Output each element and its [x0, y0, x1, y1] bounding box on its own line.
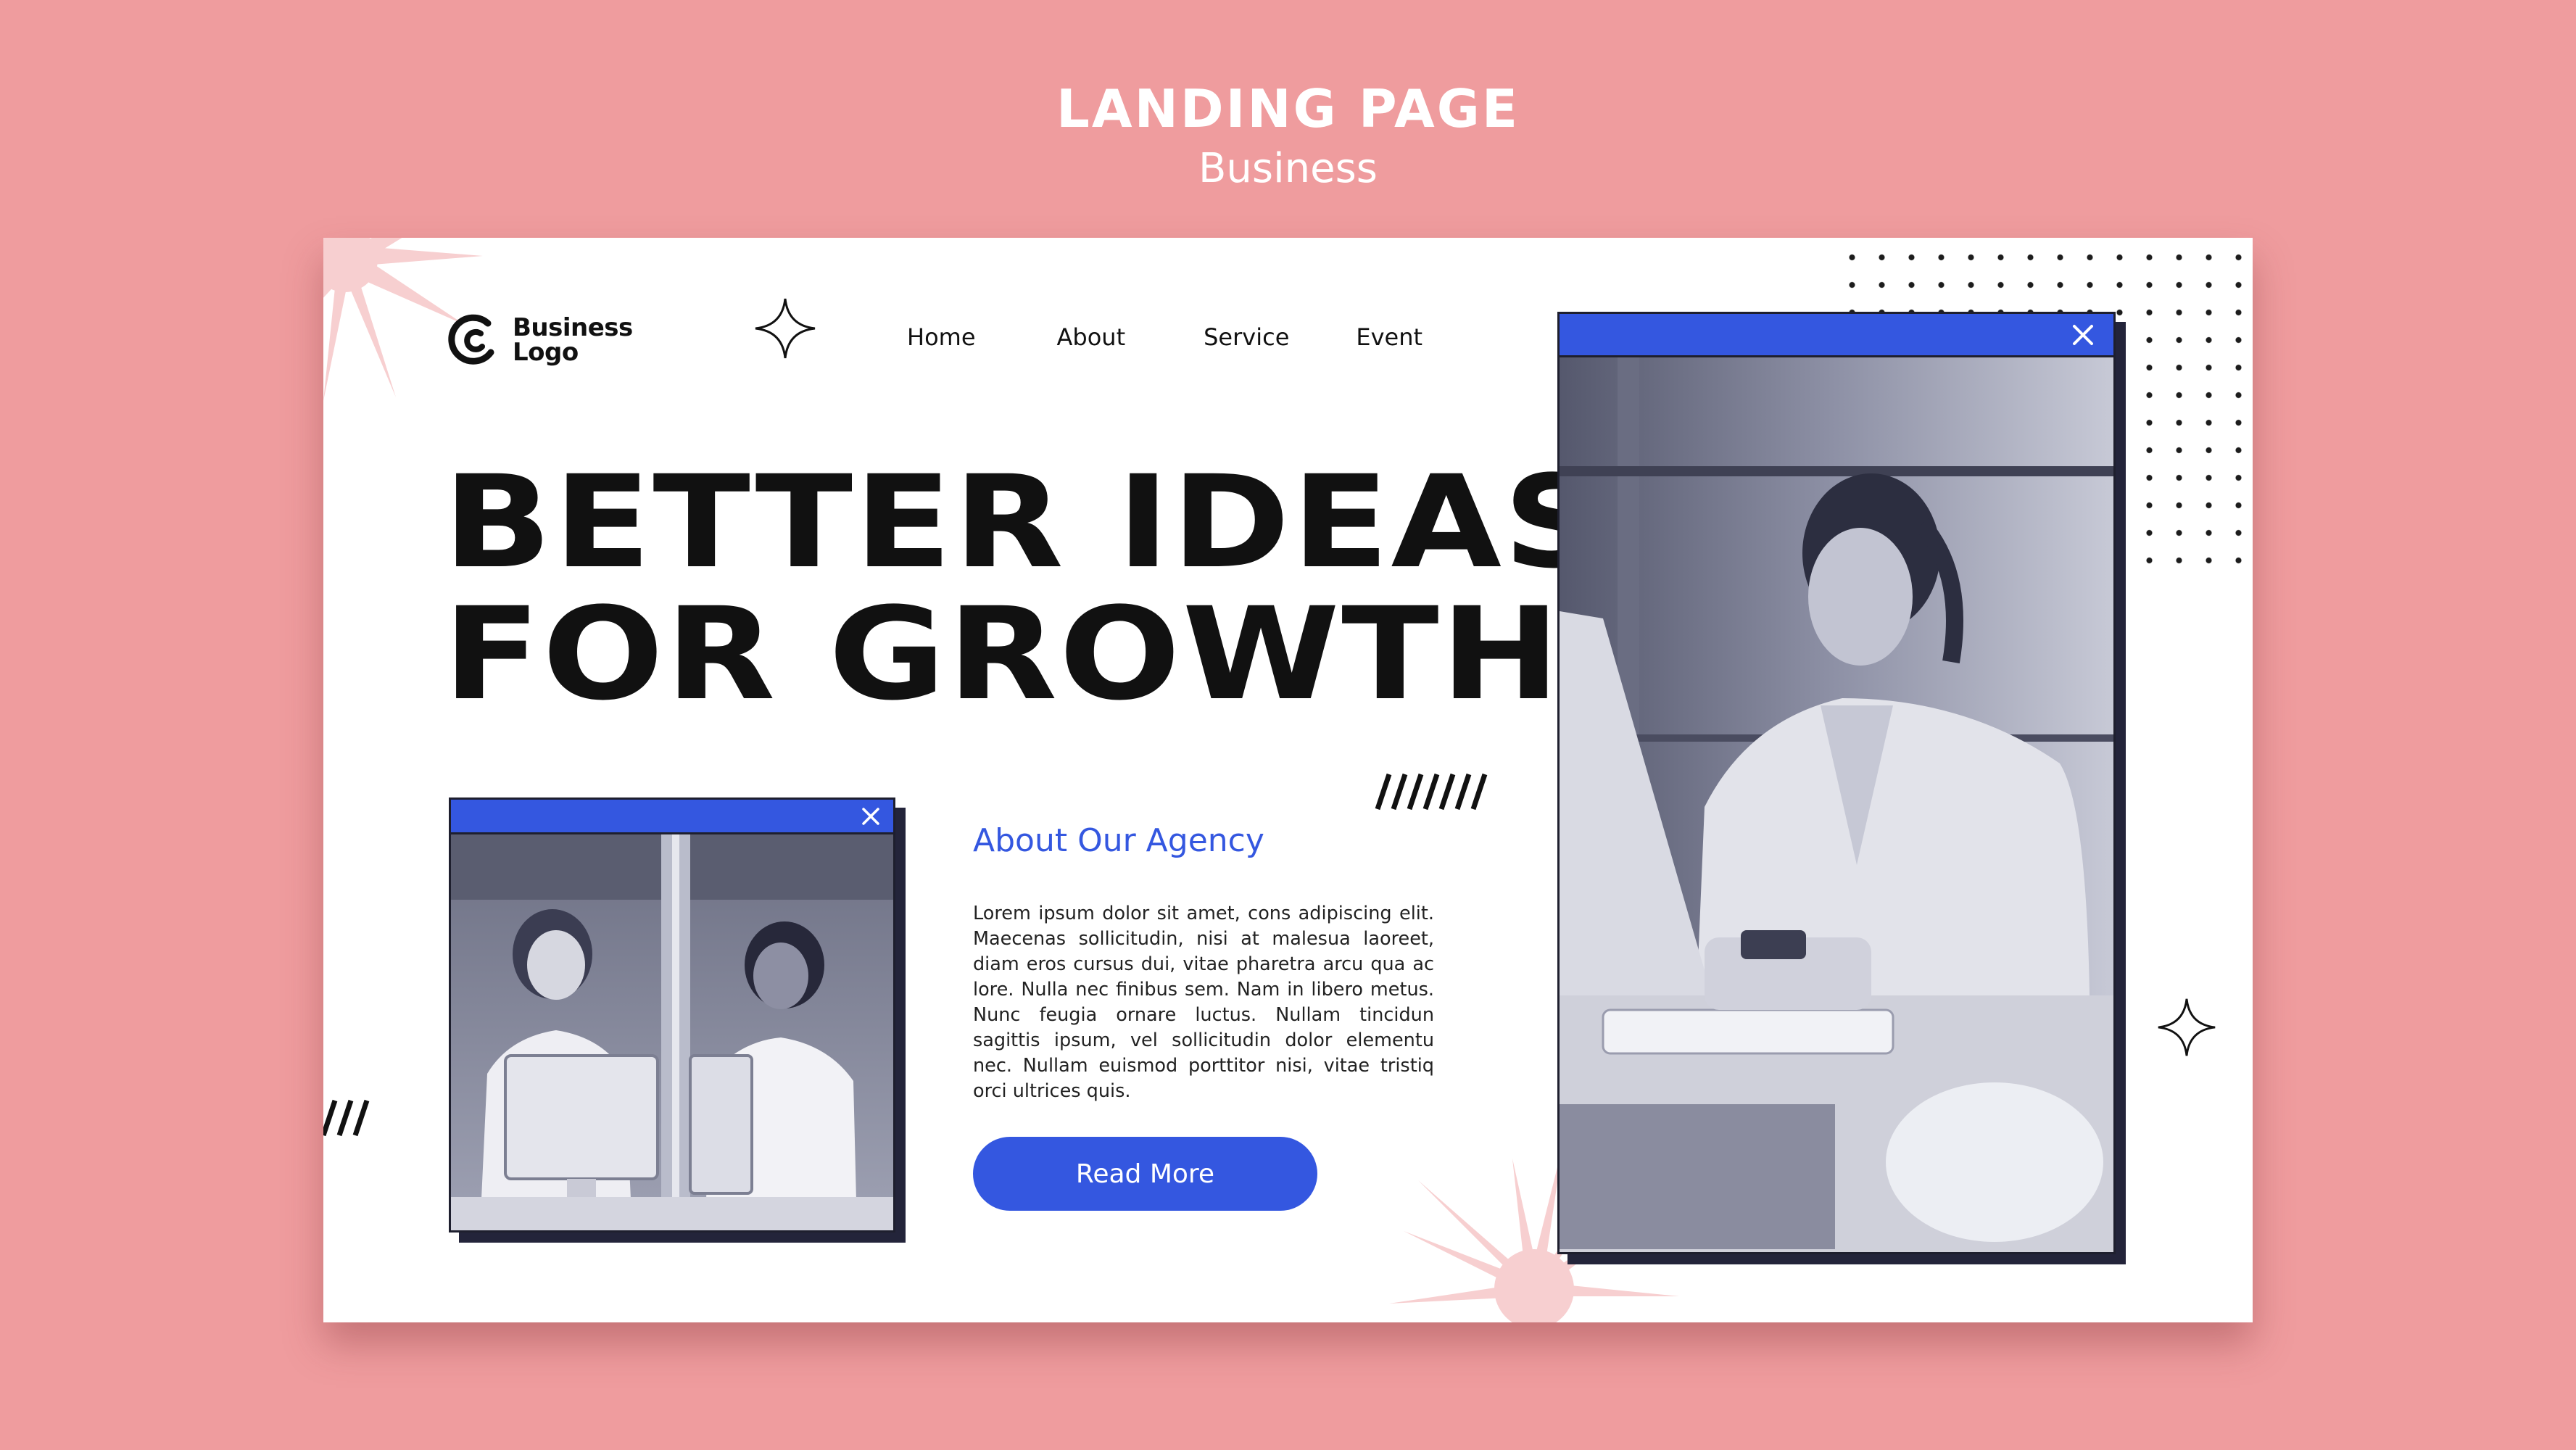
hero-headline: BETTER IDEAS FOR GROWTH	[443, 457, 1607, 721]
nav-service[interactable]: Service	[1204, 323, 1289, 351]
nav-about[interactable]: About	[1057, 323, 1126, 351]
close-icon[interactable]	[2071, 323, 2095, 347]
businesswoman-photo	[1560, 357, 2113, 1252]
logo-line-1: Business	[513, 313, 633, 342]
small-photo-window	[449, 798, 895, 1232]
large-photo-window	[1557, 312, 2116, 1254]
stripes-decoration-middle	[1375, 773, 1488, 811]
about-body: Lorem ipsum dolor sit amet, cons adipisc…	[973, 903, 1434, 1102]
sparkle-icon-right	[2158, 998, 2216, 1056]
logo-text: Business Logo	[513, 315, 658, 365]
page-heading: LANDING PAGE	[1056, 78, 1520, 139]
nav-home[interactable]: Home	[907, 323, 976, 351]
small-window-titlebar	[451, 800, 893, 834]
about-title: About Our Agency	[973, 822, 1264, 859]
hero-line-1: BETTER IDEAS	[443, 448, 1608, 597]
main-nav: Home About Service Event	[907, 323, 1422, 351]
large-window-titlebar	[1560, 314, 2113, 357]
nav-event[interactable]: Event	[1356, 323, 1422, 351]
sparkle-icon	[755, 298, 816, 359]
page-subheading: Business	[1198, 145, 1378, 192]
business-logo[interactable]: Business Logo	[443, 310, 658, 370]
stripes-decoration-left	[323, 1099, 370, 1137]
close-icon[interactable]	[861, 807, 880, 826]
read-more-button[interactable]: Read More	[973, 1137, 1317, 1211]
colleagues-photo	[451, 834, 893, 1230]
logo-line-2: Logo	[513, 338, 579, 367]
c-logo-icon	[448, 314, 494, 365]
landing-card: Business Logo Home About Service Event B…	[323, 238, 2253, 1322]
hero-line-2: FOR GROWTH	[443, 580, 1562, 729]
